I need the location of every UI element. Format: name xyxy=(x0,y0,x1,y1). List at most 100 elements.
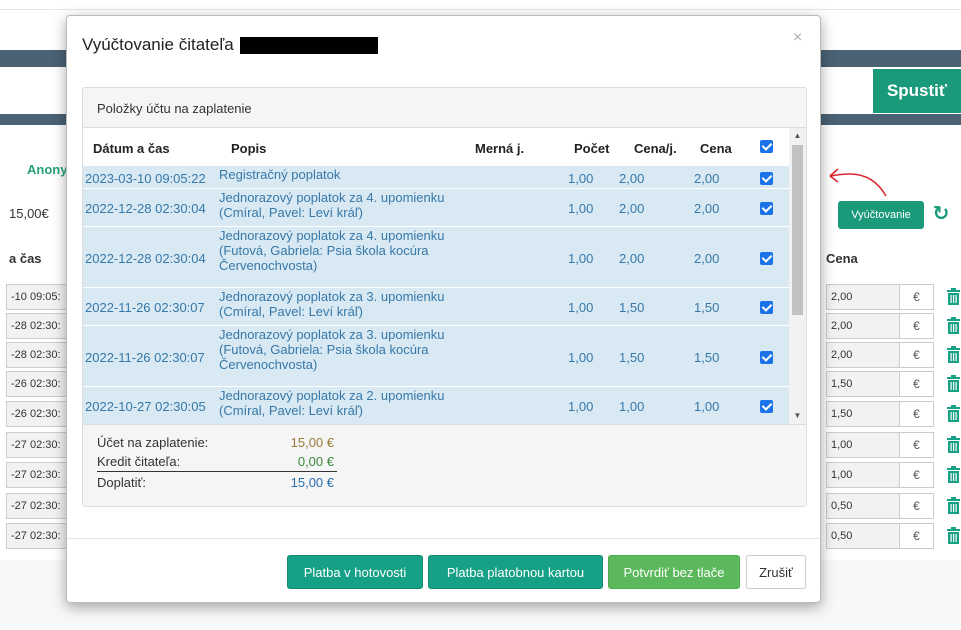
row-checkbox[interactable] xyxy=(760,252,773,265)
confirm-no-print-button[interactable]: Potvrdiť bez tlače xyxy=(608,555,740,589)
row-description: Jednorazový poplatok za 4. upomienku (Fu… xyxy=(219,228,445,273)
currency-addon: € xyxy=(900,493,934,519)
modal-title: Vyúčtovanie čitateľa xyxy=(82,35,378,55)
row-description: Jednorazový poplatok za 2. upomienku (Cm… xyxy=(219,388,445,418)
trash-icon[interactable] xyxy=(946,466,961,484)
background-price-input[interactable]: 0,50 xyxy=(826,523,900,549)
column-unit-price: Cena/j. xyxy=(634,141,677,156)
background-price-input[interactable]: 1,00 xyxy=(826,462,900,488)
currency-addon: € xyxy=(900,284,934,310)
trash-icon[interactable] xyxy=(946,288,961,306)
row-price: 2,00 xyxy=(694,171,720,186)
close-icon[interactable]: × xyxy=(793,29,802,47)
row-unit-price: 2,00 xyxy=(619,171,645,186)
arrow-annotation xyxy=(829,168,887,197)
background-price-input[interactable]: 1,00 xyxy=(826,432,900,458)
background-price-input[interactable]: 2,00 xyxy=(826,284,900,310)
scroll-thumb[interactable] xyxy=(792,145,803,315)
row-date: 2022-11-26 02:30:07 xyxy=(85,300,205,315)
account-button[interactable]: Vyúčtovanie xyxy=(838,201,924,229)
trash-icon[interactable] xyxy=(946,317,961,335)
row-description: Jednorazový poplatok za 3. upomienku (Cm… xyxy=(219,289,445,319)
row-price: 2,00 xyxy=(694,201,720,216)
table-row[interactable]: 2022-11-26 02:30:07 Jednorazový poplatok … xyxy=(83,325,789,386)
card-payment-button[interactable]: Platba platobnou kartou xyxy=(428,555,603,589)
background-price-input[interactable]: 2,00 xyxy=(826,313,900,339)
background-date-cell: -28 02:30: xyxy=(6,313,68,339)
background-price-input[interactable]: 1,50 xyxy=(826,401,900,427)
row-date: 2022-10-27 02:30:05 xyxy=(85,399,206,414)
anonymous-tab[interactable]: Anony xyxy=(27,162,67,177)
trash-icon[interactable] xyxy=(946,497,961,515)
scroll-up-icon[interactable]: ▲ xyxy=(792,130,803,142)
column-price: Cena xyxy=(700,141,732,156)
table-row[interactable]: 2022-11-26 02:30:07 Jednorazový poplatok … xyxy=(83,287,789,325)
panel-title: Položky účtu na zaplatenie xyxy=(83,88,806,128)
row-price: 1,00 xyxy=(694,399,720,414)
background-price-input[interactable]: 0,50 xyxy=(826,493,900,519)
table-row[interactable]: 2022-12-28 02:30:04 Jednorazový poplatok … xyxy=(83,188,789,226)
currency-addon: € xyxy=(900,342,934,368)
refresh-icon[interactable]: ↻ xyxy=(930,202,952,226)
column-date: Dátum a čas xyxy=(93,141,170,156)
row-checkbox[interactable] xyxy=(760,400,773,413)
row-price: 2,00 xyxy=(694,251,720,266)
scroll-down-icon[interactable]: ▼ xyxy=(792,410,803,422)
credit-value: 0,00 € xyxy=(297,454,334,469)
row-checkbox[interactable] xyxy=(760,351,773,364)
select-all-checkbox[interactable] xyxy=(760,140,773,153)
row-count: 1,00 xyxy=(568,171,594,186)
currency-addon: € xyxy=(900,401,934,427)
background-price-input[interactable]: 1,50 xyxy=(826,371,900,397)
remaining-label: Doplatiť: xyxy=(97,475,146,490)
background-date-cell: -27 02:30: xyxy=(6,493,68,519)
trash-icon[interactable] xyxy=(946,346,961,364)
row-checkbox[interactable] xyxy=(760,301,773,314)
table-row[interactable]: 2022-12-28 02:30:04 Jednorazový poplatok … xyxy=(83,226,789,287)
column-unit: Merná j. xyxy=(475,141,525,156)
row-date: 2022-11-26 02:30:07 xyxy=(85,350,205,365)
trash-icon[interactable] xyxy=(946,405,961,423)
table-row[interactable]: 2023-03-10 09:05:22 Registračný poplatok 1… xyxy=(83,165,789,188)
trash-icon[interactable] xyxy=(946,436,961,454)
run-button[interactable]: Spustiť xyxy=(873,69,961,113)
row-count: 1,00 xyxy=(568,350,594,365)
column-description: Popis xyxy=(231,141,267,156)
trash-icon[interactable] xyxy=(946,375,961,393)
top-divider xyxy=(0,9,961,10)
items-table: Dátum a čas Popis Merná j. Počet Cena/j.… xyxy=(83,128,806,424)
price-column-header: Cena xyxy=(826,251,858,266)
background-date-cell: -10 09:05: xyxy=(6,284,68,310)
row-unit-price: 2,00 xyxy=(619,201,645,216)
currency-addon: € xyxy=(900,432,934,458)
background-date-cell: -27 02:30: xyxy=(6,432,68,458)
row-count: 1,00 xyxy=(568,300,594,315)
remaining-value: 15,00 € xyxy=(290,475,334,490)
currency-addon: € xyxy=(900,462,934,488)
summary-divider xyxy=(97,471,337,472)
background-date-cell: -28 02:30: xyxy=(6,342,68,368)
table-scrollbar[interactable]: ▲ ▼ xyxy=(789,128,806,424)
items-panel: Položky účtu na zaplatenie Dátum a čas P… xyxy=(82,87,807,507)
total-amount: 15,00€ xyxy=(9,206,49,221)
row-checkbox[interactable] xyxy=(760,202,773,215)
table-row[interactable]: 2022-10-27 02:30:05 Jednorazový poplatok … xyxy=(83,386,789,424)
trash-icon[interactable] xyxy=(946,527,961,545)
row-checkbox[interactable] xyxy=(760,172,773,185)
row-date: 2023-03-10 09:05:22 xyxy=(85,171,206,186)
background-date-cell: -26 02:30: xyxy=(6,401,68,427)
background-date-cell: -27 02:30: xyxy=(6,523,68,549)
currency-addon: € xyxy=(900,313,934,339)
cash-payment-button[interactable]: Platba v hotovosti xyxy=(287,555,423,589)
cancel-button[interactable]: Zrušiť xyxy=(746,555,806,589)
background-price-input[interactable]: 2,00 xyxy=(826,342,900,368)
billing-modal: Vyúčtovanie čitateľa × Položky účtu na z… xyxy=(66,15,821,603)
credit-label: Kredit čitateľa: xyxy=(97,454,181,469)
row-count: 1,00 xyxy=(568,399,594,414)
background-date-cell: -26 02:30: xyxy=(6,371,68,397)
row-unit-price: 1,50 xyxy=(619,300,645,315)
modal-footer: Platba v hotovosti Platba platobnou kart… xyxy=(67,538,820,604)
background-date-cell: -27 02:30: xyxy=(6,462,68,488)
row-date: 2022-12-28 02:30:04 xyxy=(85,201,206,216)
table-header: Dátum a čas Popis Merná j. Počet Cena/j.… xyxy=(83,128,789,165)
